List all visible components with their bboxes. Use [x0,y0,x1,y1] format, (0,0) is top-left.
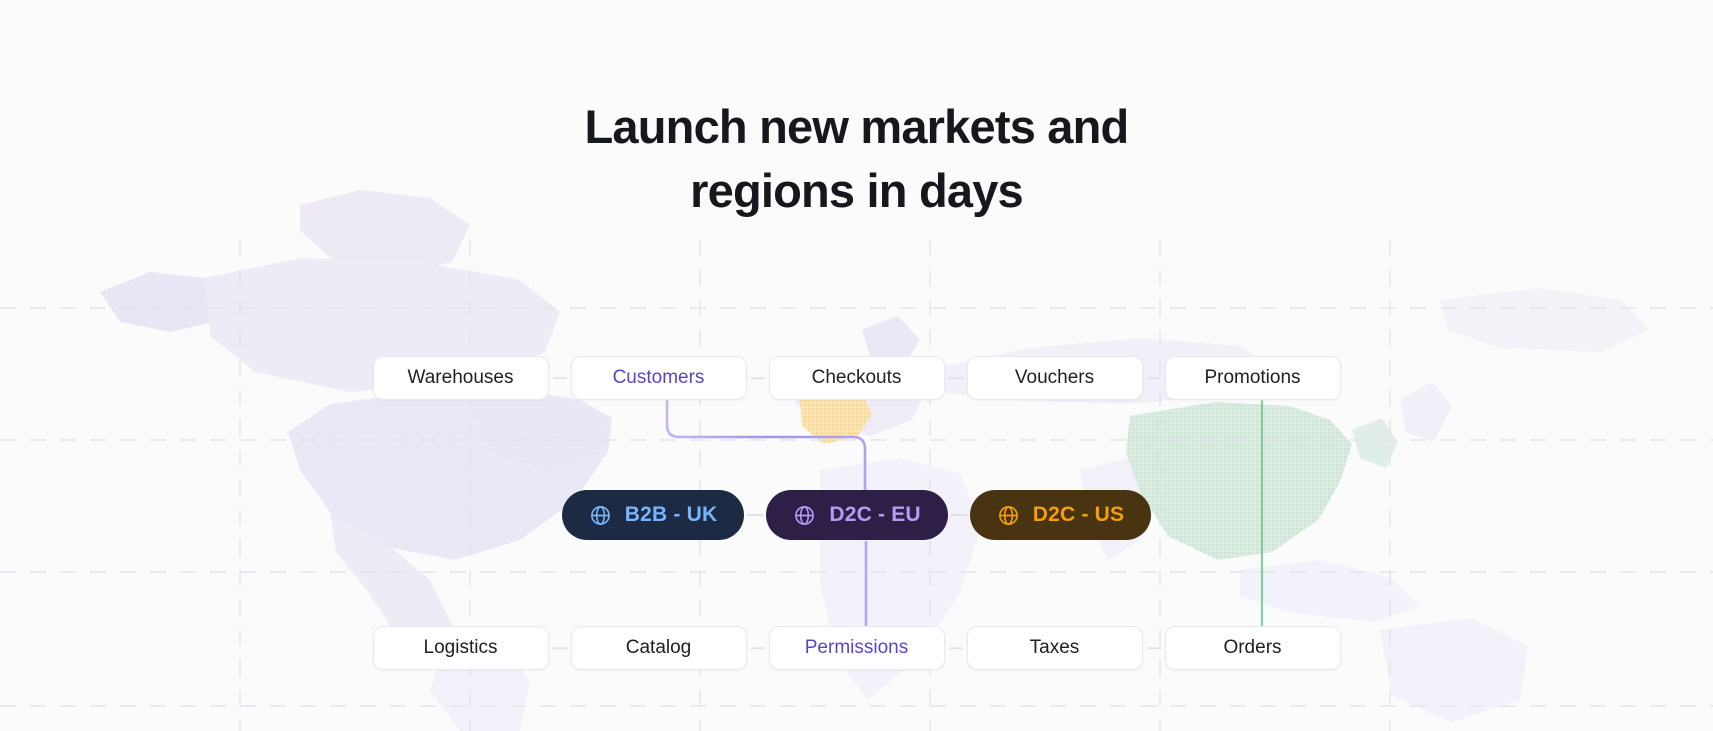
globe-icon [793,504,816,527]
region-label: D2C - EU [829,503,921,526]
pill-taxes[interactable]: Taxes [966,626,1143,670]
top-feature-row: Warehouses Customers Checkouts Vouchers … [0,356,1713,400]
pill-promotions[interactable]: Promotions [1164,356,1341,400]
pill-customers[interactable]: Customers [570,356,747,400]
globe-icon [589,504,612,527]
dash-connector [549,626,571,670]
pill-checkouts[interactable]: Checkouts [768,356,945,400]
dash-connector [549,356,571,400]
pill-permissions[interactable]: Permissions [768,626,945,670]
globe-icon [997,504,1020,527]
pill-vouchers[interactable]: Vouchers [966,356,1143,400]
pill-catalog[interactable]: Catalog [570,626,747,670]
region-badge-d2c-us[interactable]: D2C - US [969,490,1152,540]
bottom-feature-row: Logistics Catalog Permissions Taxes Orde… [0,626,1713,670]
region-badge-row: B2B - UK D2C - EU D2C - US [0,490,1713,540]
dash-connector [945,356,967,400]
pill-orders[interactable]: Orders [1164,626,1341,670]
wire-customers-to-d2c-eu [665,399,867,494]
dash-connector [1143,356,1165,400]
page-title-line-1: Launch new markets and [584,100,1130,153]
pill-warehouses[interactable]: Warehouses [372,356,549,400]
page-title-line-2: regions in days [690,164,1024,217]
dash-connector [948,490,970,540]
region-badge-b2b-uk[interactable]: B2B - UK [561,490,745,540]
pill-logistics[interactable]: Logistics [372,626,549,670]
region-label: D2C - US [1032,503,1125,526]
page-title: Launch new markets and regions in days [0,95,1713,223]
dash-connector [747,356,769,400]
dash-connector [1143,626,1165,670]
region-badge-d2c-eu[interactable]: D2C - EU [766,490,948,540]
hero-section: Launch new markets and regions in days W… [0,0,1713,731]
dash-connector [945,626,967,670]
dash-connector [747,626,769,670]
dash-connector [744,490,766,540]
region-label: B2B - UK [624,503,718,526]
